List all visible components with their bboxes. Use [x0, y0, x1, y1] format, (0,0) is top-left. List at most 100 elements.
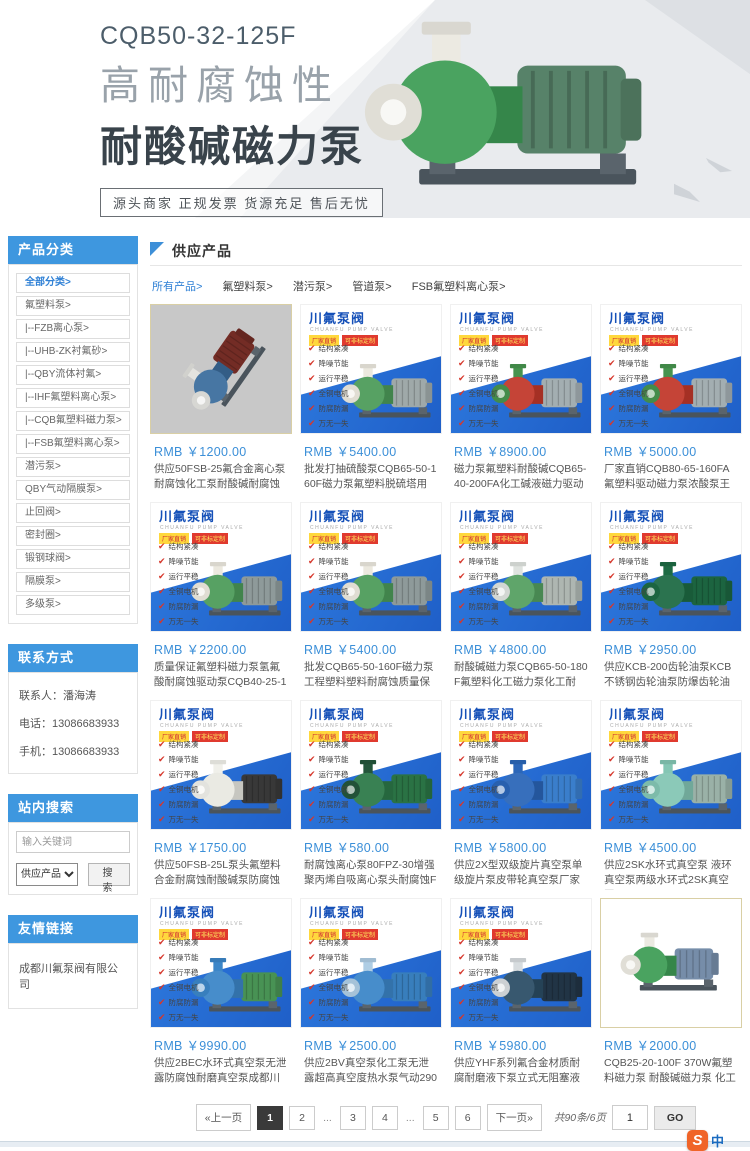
category-item[interactable]: |--CQB氟塑料磁力泵>: [16, 411, 130, 431]
product-title[interactable]: 质量保证氟塑料磁力泵氢氟酸耐腐蚀驱动泵CQB40-25-12: [150, 660, 292, 692]
contact-line: 电话：13086683933: [16, 709, 130, 737]
product-image[interactable]: 川氟泵阀 CHUANFU PUMP VALVE 厂家直销 可非标定制 ✔结构紧凑…: [450, 898, 592, 1028]
product-title[interactable]: 供应KCB-200齿轮油泵KCB不锈钢齿轮油泵防爆齿轮油: [600, 660, 742, 692]
product-card[interactable]: 川氟泵阀 CHUANFU PUMP VALVE 厂家直销 可非标定制 ✔结构紧凑…: [600, 502, 742, 692]
feature-checklist: ✔结构紧凑✔降噪节能✔运行平稳✔全铜电机✔防腐防漏✔万无一失: [308, 341, 349, 431]
category-item[interactable]: |--IHF氟塑料离心泵>: [16, 388, 130, 408]
product-image[interactable]: 川氟泵阀 CHUANFU PUMP VALVE 厂家直销 可非标定制 ✔结构紧凑…: [450, 502, 592, 632]
product-image[interactable]: 川氟泵阀 CHUANFU PUMP VALVE 厂家直销 可非标定制 ✔结构紧凑…: [150, 502, 292, 632]
search-type-select[interactable]: 供应产品: [16, 863, 78, 886]
pagination-nav-button[interactable]: «上一页: [196, 1104, 251, 1131]
product-title[interactable]: 供应50FSB-25L泵头氟塑料合金耐腐蚀耐酸碱泵防腐蚀: [150, 858, 292, 890]
product-title[interactable]: 批发CQB65-50-160F磁力泵工程塑料塑料耐腐蚀质量保: [300, 660, 442, 692]
product-image[interactable]: 川氟泵阀 CHUANFU PUMP VALVE 厂家直销 可非标定制 ✔结构紧凑…: [600, 700, 742, 830]
product-card[interactable]: 川氟泵阀 CHUANFU PUMP VALVE 厂家直销 可非标定制 ✔结构紧凑…: [450, 898, 592, 1088]
product-card[interactable]: 川氟泵阀 CHUANFU PUMP VALVE 厂家直销 可非标定制 ✔结构紧凑…: [150, 502, 292, 692]
pagination-page-button[interactable]: 2: [289, 1106, 315, 1130]
friend-link[interactable]: 成都川氟泵阀有限公司: [16, 952, 130, 1000]
feature-item: ✔全铜电机: [308, 386, 349, 401]
feature-item: ✔降噪节能: [158, 752, 199, 767]
feature-checklist: ✔结构紧凑✔降噪节能✔运行平稳✔全铜电机✔防腐防漏✔万无一失: [308, 935, 349, 1025]
product-card[interactable]: 川氟泵阀 CHUANFU PUMP VALVE 厂家直销 可非标定制 ✔结构紧凑…: [300, 304, 442, 494]
category-item[interactable]: 多级泵>: [16, 595, 130, 615]
product-image[interactable]: 川氟泵阀 CHUANFU PUMP VALVE 厂家直销 可非标定制 ✔结构紧凑…: [150, 700, 292, 830]
product-image[interactable]: 川氟泵阀 CHUANFU PUMP VALVE 厂家直销 可非标定制 ✔结构紧凑…: [600, 502, 742, 632]
check-icon: ✔: [308, 554, 316, 569]
product-title[interactable]: 供应2SK水环式真空泵 液环真空泵两级水环式2SK真空泵: [600, 858, 742, 890]
product-title[interactable]: 厂家直销CQB80-65-160FA氟塑料驱动磁力泵浓酸泵王: [600, 462, 742, 494]
feature-item: ✔降噪节能: [458, 950, 499, 965]
product-image[interactable]: 川氟泵阀 CHUANFU PUMP VALVE 厂家直销 可非标定制 ✔结构紧凑…: [450, 304, 592, 434]
product-image[interactable]: 川氟泵阀 CHUANFU PUMP VALVE 厂家直销 可非标定制 ✔结构紧凑…: [300, 304, 442, 434]
check-icon: ✔: [608, 767, 616, 782]
product-title[interactable]: 供应2BV真空泵化工泵无泄露超高真空度热水泵气动290: [300, 1056, 442, 1088]
product-image[interactable]: 川氟泵阀 CHUANFU PUMP VALVE 厂家直销 可非标定制 ✔结构紧凑…: [300, 700, 442, 830]
category-item[interactable]: QBY气动隔膜泵>: [16, 480, 130, 500]
product-card[interactable]: 川氟泵阀 CHUANFU PUMP VALVE 厂家直销 可非标定制 ✔结构紧凑…: [150, 700, 292, 890]
feature-item: ✔防腐防漏: [458, 401, 499, 416]
product-image[interactable]: 川氟泵阀 CHUANFU PUMP VALVE 厂家直销 可非标定制 ✔结构紧凑…: [300, 502, 442, 632]
search-button[interactable]: 搜 索: [88, 863, 130, 886]
product-image[interactable]: [600, 898, 742, 1028]
product-card[interactable]: 川氟泵阀 CHUANFU PUMP VALVE 厂家直销 可非标定制 ✔结构紧凑…: [300, 898, 442, 1088]
product-card[interactable]: 川氟泵阀 CHUANFU PUMP VALVE 厂家直销 可非标定制 ✔结构紧凑…: [600, 304, 742, 494]
category-item[interactable]: 密封圈>: [16, 526, 130, 546]
product-title[interactable]: 供应YHF系列氟合金材质耐腐耐磨液下泵立式无阻塞液: [450, 1056, 592, 1088]
product-image[interactable]: 川氟泵阀 CHUANFU PUMP VALVE 厂家直销 可非标定制 ✔结构紧凑…: [600, 304, 742, 434]
product-card[interactable]: 川氟泵阀 CHUANFU PUMP VALVE 厂家直销 可非标定制 ✔结构紧凑…: [450, 502, 592, 692]
product-card[interactable]: 川氟泵阀 CHUANFU PUMP VALVE 厂家直销 可非标定制 ✔结构紧凑…: [300, 502, 442, 692]
product-card[interactable]: 川氟泵阀 CHUANFU PUMP VALVE 厂家直销 可非标定制 ✔结构紧凑…: [300, 700, 442, 890]
pagination-go-button[interactable]: GO: [654, 1106, 696, 1130]
filter-tab[interactable]: 潜污泵>: [293, 278, 332, 294]
product-image[interactable]: 川氟泵阀 CHUANFU PUMP VALVE 厂家直销 可非标定制 ✔结构紧凑…: [150, 898, 292, 1028]
filter-tab[interactable]: 氟塑料泵>: [222, 278, 272, 294]
product-title[interactable]: 耐腐蚀离心泵80FPZ-30增强聚丙烯自吸离心泵头耐腐蚀F: [300, 858, 442, 890]
product-price: RMB ￥2500.00: [300, 1028, 442, 1056]
product-card[interactable]: 川氟泵阀 CHUANFU PUMP VALVE 厂家直销 可非标定制 ✔结构紧凑…: [450, 304, 592, 494]
filter-tab[interactable]: 管道泵>: [352, 278, 391, 294]
product-image[interactable]: [150, 304, 292, 434]
pagination-page-button[interactable]: 3: [340, 1106, 366, 1130]
check-icon: ✔: [458, 737, 466, 752]
pagination-nav-button[interactable]: 下一页»: [487, 1104, 542, 1131]
category-item[interactable]: |--FSB氟塑料离心泵>: [16, 434, 130, 454]
pagination-page-button[interactable]: 5: [423, 1106, 449, 1130]
filter-tab[interactable]: FSB氟塑料离心泵>: [412, 278, 506, 294]
category-item[interactable]: |--QBY流体衬氟>: [16, 365, 130, 385]
product-title[interactable]: CQB25-20-100F 370W氟塑料磁力泵 耐酸碱磁力泵 化工: [600, 1056, 742, 1088]
pagination-summary: 共90条/6页: [554, 1110, 606, 1125]
category-item[interactable]: 锻钢球阀>: [16, 549, 130, 569]
product-title[interactable]: 批发打抽硫酸泵CQB65-50-160F磁力泵氟塑料脱硫塔用: [300, 462, 442, 494]
category-item[interactable]: 全部分类>: [16, 273, 130, 293]
filter-tab[interactable]: 所有产品>: [152, 278, 202, 294]
pagination-goto-input[interactable]: [612, 1105, 648, 1130]
feature-item: ✔运行平稳: [308, 569, 349, 584]
feature-checklist: ✔结构紧凑✔降噪节能✔运行平稳✔全铜电机✔防腐防漏✔万无一失: [308, 539, 349, 629]
product-card[interactable]: 川氟泵阀 CHUANFU PUMP VALVE 厂家直销 可非标定制 ✔结构紧凑…: [600, 700, 742, 890]
category-item[interactable]: 止回阀>: [16, 503, 130, 523]
category-item[interactable]: 潜污泵>: [16, 457, 130, 477]
product-title[interactable]: 耐酸碱磁力泵CQB65-50-180F氟塑料化工磁力泵化工耐: [450, 660, 592, 692]
contact-panel-title: 联系方式: [8, 644, 138, 672]
product-card[interactable]: RMB ￥1200.00 供应50FSB-25氟合金离心泵耐腐蚀化工泵耐酸碱耐腐…: [150, 304, 292, 494]
product-card[interactable]: RMB ￥2000.00 CQB25-20-100F 370W氟塑料磁力泵 耐酸…: [600, 898, 742, 1088]
search-input[interactable]: [16, 831, 130, 853]
category-item[interactable]: 隔膜泵>: [16, 572, 130, 592]
pagination-page-button[interactable]: 6: [455, 1106, 481, 1130]
category-item[interactable]: |--FZB离心泵>: [16, 319, 130, 339]
product-title[interactable]: 磁力泵氟塑料耐酸碱CQB65-40-200FA化工碱液磁力驱动: [450, 462, 592, 494]
product-card[interactable]: 川氟泵阀 CHUANFU PUMP VALVE 厂家直销 可非标定制 ✔结构紧凑…: [150, 898, 292, 1088]
check-icon: ✔: [608, 812, 616, 827]
product-title[interactable]: 供应2BEC水环式真空泵无泄露防腐蚀耐磨真空泵成都川: [150, 1056, 292, 1088]
category-item[interactable]: 氟塑料泵>: [16, 296, 130, 316]
product-title[interactable]: 供应50FSB-25氟合金离心泵耐腐蚀化工泵耐酸碱耐腐蚀: [150, 462, 292, 494]
product-image[interactable]: 川氟泵阀 CHUANFU PUMP VALVE 厂家直销 可非标定制 ✔结构紧凑…: [450, 700, 592, 830]
product-image[interactable]: 川氟泵阀 CHUANFU PUMP VALVE 厂家直销 可非标定制 ✔结构紧凑…: [300, 898, 442, 1028]
pagination-page-button[interactable]: 1: [257, 1106, 283, 1130]
pagination-page-button[interactable]: 4: [372, 1106, 398, 1130]
brand-logo-text: 川氟泵阀: [301, 701, 441, 723]
product-title[interactable]: 供应2X型双级旋片真空泵单级旋片泵皮带轮真空泵厂家: [450, 858, 592, 890]
banner-subtitle: 高耐腐蚀性: [100, 53, 430, 111]
category-item[interactable]: |--UHB-ZK衬氟砂>: [16, 342, 130, 362]
product-card[interactable]: 川氟泵阀 CHUANFU PUMP VALVE 厂家直销 可非标定制 ✔结构紧凑…: [450, 700, 592, 890]
